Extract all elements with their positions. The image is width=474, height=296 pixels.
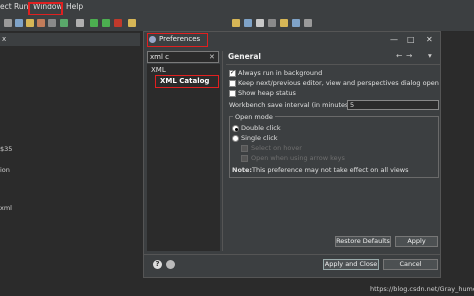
double-click-label: Double click — [241, 124, 281, 132]
back-arrow-icon[interactable]: ← — [396, 51, 402, 60]
menu-item-project[interactable]: ect — [0, 2, 12, 12]
show-heap-label: Show heap status — [238, 89, 296, 97]
toolbar-icon-3[interactable] — [26, 19, 34, 27]
toolbar-icon-8[interactable] — [128, 19, 136, 27]
bottom-separator — [144, 254, 440, 255]
toolbar — [0, 15, 474, 32]
note-bold-label: Note: — [232, 166, 253, 174]
forward-arrow-icon[interactable]: → — [406, 51, 412, 60]
window-menu-highlight — [28, 2, 63, 16]
open-arrow-keys-label: Open when using arrow keys — [251, 154, 345, 162]
toolbar-icon-11[interactable] — [256, 19, 264, 27]
toolbar-icon-6[interactable] — [60, 19, 68, 27]
stop-icon[interactable] — [114, 19, 122, 27]
left-view-text-1: $35 — [0, 145, 13, 153]
toolbar-icon-2[interactable] — [15, 19, 23, 27]
toolbar-icon-12[interactable] — [268, 19, 276, 27]
apply-and-close-button[interactable]: Apply and Close — [323, 259, 379, 270]
single-click-label: Single click — [241, 134, 278, 142]
dialog-title-bar: Preferences — □ ✕ — [144, 32, 440, 48]
keep-next-prev-checkbox[interactable] — [229, 80, 236, 87]
close-button[interactable]: ✕ — [426, 35, 433, 44]
content-separator — [226, 64, 440, 65]
run-icon[interactable] — [90, 19, 98, 27]
watermark-text: https://blog.csdn.net/Gray_humor — [370, 285, 474, 293]
double-click-radio[interactable] — [232, 125, 239, 132]
menu-bar: ect Run Window Help — [0, 0, 474, 16]
left-view-text-3: xml — [0, 204, 12, 212]
left-view-pane: x $35 ion xml — [0, 33, 140, 296]
restore-defaults-button[interactable]: Restore Defaults — [335, 236, 391, 247]
toolbar-icon-10[interactable] — [244, 19, 252, 27]
always-run-bg-label: Always run in background — [238, 69, 323, 77]
interval-input[interactable]: 5 — [347, 100, 439, 110]
left-view-tab-header: x — [0, 33, 140, 46]
toolbar-icon-7[interactable] — [76, 19, 84, 27]
interval-label: Workbench save interval (in minutes): — [229, 101, 354, 109]
select-on-hover-checkbox — [241, 145, 248, 152]
debug-icon[interactable] — [102, 19, 110, 27]
tree-node-xml[interactable]: XML — [151, 66, 166, 74]
pane-splitter[interactable] — [222, 51, 223, 251]
open-mode-title: Open mode — [233, 113, 275, 121]
toolbar-icon-14[interactable] — [292, 19, 300, 27]
toolbar-icon-5[interactable] — [48, 19, 56, 27]
menu-item-help[interactable]: Help — [66, 2, 83, 12]
toolbar-icon-9[interactable] — [232, 19, 240, 27]
view-menu-icon[interactable]: ▾ — [428, 51, 432, 60]
preferences-dialog: Preferences — □ ✕ xml c ✕ XML XML Catalo… — [143, 31, 441, 278]
keep-next-prev-label: Keep next/previous editor, view and pers… — [238, 79, 439, 87]
cancel-button[interactable]: Cancel — [383, 259, 438, 270]
import-export-icon[interactable] — [166, 260, 175, 269]
single-click-radio[interactable] — [232, 135, 239, 142]
page-title: General — [228, 52, 261, 61]
always-run-bg-checkbox[interactable] — [229, 69, 236, 77]
note-text: This preference may not take effect on a… — [252, 166, 409, 174]
title-highlight — [147, 33, 208, 47]
clear-filter-icon[interactable]: ✕ — [209, 53, 215, 61]
maximize-button[interactable]: □ — [407, 35, 415, 44]
left-view-text-2: ion — [0, 166, 10, 174]
select-on-hover-label: Select on hover — [251, 144, 302, 152]
show-heap-checkbox[interactable] — [229, 90, 236, 97]
tree-node-xml-catalog[interactable]: XML Catalog — [160, 77, 209, 85]
help-icon[interactable]: ? — [153, 260, 162, 269]
menu-item-run[interactable]: Run — [14, 2, 28, 12]
toolbar-icon-15[interactable] — [304, 19, 312, 27]
apply-button[interactable]: Apply — [395, 236, 438, 247]
left-view-close-icon[interactable]: x — [2, 35, 6, 43]
minimize-button[interactable]: — — [390, 35, 398, 44]
toolbar-icon-1[interactable] — [4, 19, 12, 27]
toolbar-icon-13[interactable] — [280, 19, 288, 27]
preference-tree: XML XML Catalog — [147, 64, 220, 251]
toolbar-icon-4[interactable] — [37, 19, 45, 27]
open-arrow-keys-checkbox — [241, 155, 248, 162]
